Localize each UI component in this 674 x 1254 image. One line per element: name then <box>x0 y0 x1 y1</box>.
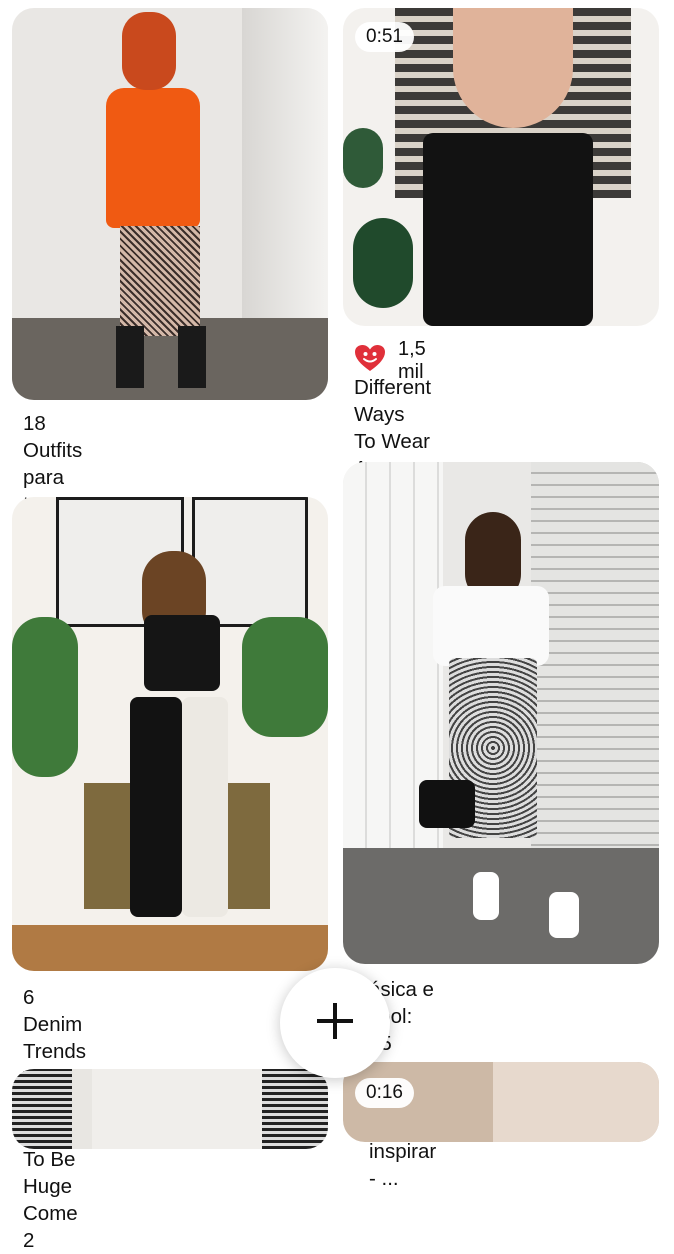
video-duration-badge: 0:16 <box>355 1078 414 1108</box>
pin-image[interactable] <box>12 8 328 400</box>
video-duration-badge: 0:51 <box>355 22 414 52</box>
pin-image[interactable] <box>12 497 328 971</box>
pin-image[interactable] <box>12 1069 328 1149</box>
plus-icon <box>315 1001 355 1046</box>
pin-video[interactable] <box>343 8 659 326</box>
heart-face-icon <box>354 344 386 378</box>
add-button[interactable] <box>280 968 390 1078</box>
pin-image[interactable] <box>343 462 659 964</box>
